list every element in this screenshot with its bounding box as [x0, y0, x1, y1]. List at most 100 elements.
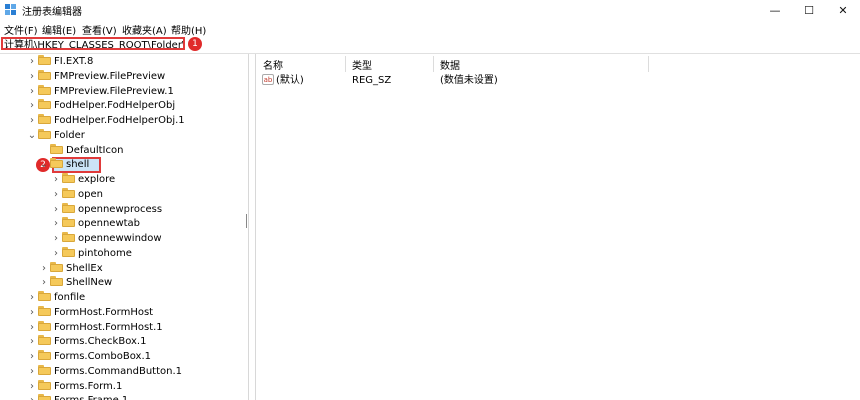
menu-view[interactable]: 查看(V)	[82, 22, 117, 37]
column-divider[interactable]	[433, 56, 434, 72]
value-name-cell[interactable]: (默认)	[276, 73, 304, 88]
tree-item-label: DefaultIcon	[66, 144, 124, 156]
chevron-right-icon[interactable]: ›	[26, 99, 38, 113]
tree-item[interactable]: › FodHelper.FodHelperObj	[26, 99, 175, 113]
close-icon: ✕	[838, 3, 848, 17]
folder-icon	[38, 84, 51, 95]
chevron-right-icon[interactable]: ›	[50, 173, 62, 187]
chevron-right-icon[interactable]: ›	[50, 188, 62, 202]
folder-icon	[38, 128, 51, 139]
chevron-down-icon[interactable]: ⌄	[38, 158, 50, 172]
column-name-header[interactable]: 名称	[263, 57, 283, 72]
chevron-right-icon[interactable]: ›	[26, 291, 38, 305]
chevron-right-icon[interactable]: ›	[26, 55, 38, 69]
chevron-down-icon[interactable]: ⌄	[26, 129, 38, 143]
chevron-right-icon[interactable]: ›	[26, 114, 38, 128]
tree-item[interactable]: › FMPreview.FilePreview	[26, 69, 166, 84]
tree-item[interactable]: › open	[50, 187, 103, 202]
tree-item[interactable]: › Forms.ComboBox.1	[26, 350, 151, 364]
tree-item[interactable]: › Forms.Frame.1	[26, 394, 128, 400]
column-divider[interactable]	[648, 56, 649, 72]
title-bar: 注册表编辑器 — ☐ ✕	[0, 0, 860, 20]
tree-item-label: pintohome	[78, 247, 132, 259]
folder-icon	[38, 335, 51, 346]
tree-item-label: FormHost.FormHost.1	[54, 321, 163, 333]
chevron-right-icon[interactable]: ›	[26, 380, 38, 394]
folder-icon	[38, 320, 51, 331]
tree-item[interactable]: › opennewwindow	[50, 232, 162, 246]
column-divider[interactable]	[345, 56, 346, 72]
chevron-right-icon[interactable]: ›	[38, 276, 50, 290]
registry-app-icon	[5, 4, 16, 15]
chevron-right-icon[interactable]: ›	[26, 85, 38, 99]
folder-icon	[62, 173, 75, 183]
column-type-header[interactable]: 类型	[352, 57, 372, 72]
chevron-right-icon[interactable]: ›	[50, 203, 62, 217]
tree-item-label: explore	[78, 174, 116, 185]
chevron-right-icon[interactable]: ›	[26, 70, 38, 84]
chevron-right-icon[interactable]: ›	[50, 232, 62, 246]
tree-item-label: ShellNew	[66, 277, 113, 289]
window-title: 注册表编辑器	[22, 7, 82, 18]
tree-item[interactable]: › fonfile	[26, 291, 85, 305]
minimize-button[interactable]: —	[758, 0, 792, 20]
tree-item-label: Forms.Frame.1	[54, 395, 128, 400]
folder-icon	[38, 55, 51, 65]
tree-item-label: Forms.CheckBox.1	[54, 336, 147, 348]
chevron-right-icon[interactable]: ›	[26, 350, 38, 364]
folder-icon	[38, 350, 51, 360]
menu-favorites[interactable]: 收藏夹(A)	[122, 22, 167, 37]
chevron-right-icon[interactable]: ›	[50, 217, 62, 231]
tree-item[interactable]: › FormHost.FormHost	[26, 305, 153, 320]
tree-item[interactable]: ⌄ Folder	[26, 128, 85, 143]
string-value-icon: ab	[262, 74, 274, 85]
menu-help[interactable]: 帮助(H)	[171, 22, 206, 37]
chevron-right-icon[interactable]: ›	[26, 335, 38, 349]
folder-icon	[38, 99, 51, 110]
value-type-cell: REG_SZ	[352, 75, 392, 86]
folder-icon	[38, 394, 51, 400]
maximize-button[interactable]: ☐	[792, 0, 826, 20]
menu-edit[interactable]: 编辑(E)	[42, 22, 76, 37]
tree-item-label: fonfile	[54, 292, 86, 303]
tree-item[interactable]: › ShellEx	[38, 261, 103, 276]
chevron-right-icon[interactable]: ›	[26, 306, 38, 320]
value-list: 名称 类型 数据 ab (默认) REG_SZ (数值未设置)	[257, 54, 860, 400]
folder-icon	[50, 276, 63, 287]
tree-item-label: FMPreview.FilePreview.1	[54, 85, 174, 97]
tree-item[interactable]: › opennewtab	[50, 217, 140, 231]
tree-item[interactable]: › pintohome	[50, 246, 132, 261]
tree-item[interactable]: › Forms.Form.1	[26, 379, 122, 394]
chevron-right-icon[interactable]: ›	[50, 247, 62, 261]
menu-file[interactable]: 文件(F)	[4, 22, 38, 37]
folder-icon	[38, 305, 51, 316]
close-button[interactable]: ✕	[826, 0, 860, 20]
pane-splitter[interactable]	[248, 54, 256, 400]
tree-item[interactable]: › Forms.CommandButton.1	[26, 364, 182, 379]
folder-icon	[38, 379, 51, 390]
chevron-right-icon[interactable]: ›	[26, 394, 38, 400]
chevron-right-icon[interactable]: ›	[26, 321, 38, 335]
tree-item[interactable]: › Forms.CheckBox.1	[26, 335, 146, 349]
tree-item[interactable]: › FormHost.FormHost.1	[26, 320, 163, 335]
address-input[interactable]: 计算机\HKEY_CLASSES_ROOT\Folder\shell	[1, 37, 185, 50]
tree-item-label: FI.EXT.8	[54, 56, 94, 67]
tree-item[interactable]: › FMPreview.FilePreview.1	[26, 84, 174, 99]
folder-icon	[38, 364, 51, 375]
column-data-header[interactable]: 数据	[440, 57, 460, 72]
tree-item[interactable]: › opennewprocess	[50, 202, 162, 217]
menu-bar: 文件(F) 编辑(E) 查看(V) 收藏夹(A) 帮助(H)	[0, 20, 860, 37]
tree-item[interactable]: DefaultIcon	[38, 143, 124, 158]
tree-item[interactable]: ⌄ shell	[38, 158, 89, 172]
tree-item-label: FodHelper.FodHelperObj.1	[54, 115, 185, 126]
tree-item[interactable]: › ShellNew	[38, 276, 112, 290]
tree-item[interactable]: › FodHelper.FodHelperObj.1	[26, 114, 185, 128]
value-data-cell: (数值未设置)	[440, 75, 498, 86]
chevron-right-icon[interactable]: ›	[38, 262, 50, 276]
chevron-right-icon[interactable]: ›	[26, 365, 38, 379]
tree-item[interactable]: › explore	[50, 173, 115, 187]
tree-item[interactable]: › FI.EXT.8	[26, 55, 93, 69]
folder-icon	[38, 114, 51, 124]
tree-item-label: FMPreview.FilePreview	[54, 70, 166, 82]
splitter-grip[interactable]	[246, 214, 249, 228]
